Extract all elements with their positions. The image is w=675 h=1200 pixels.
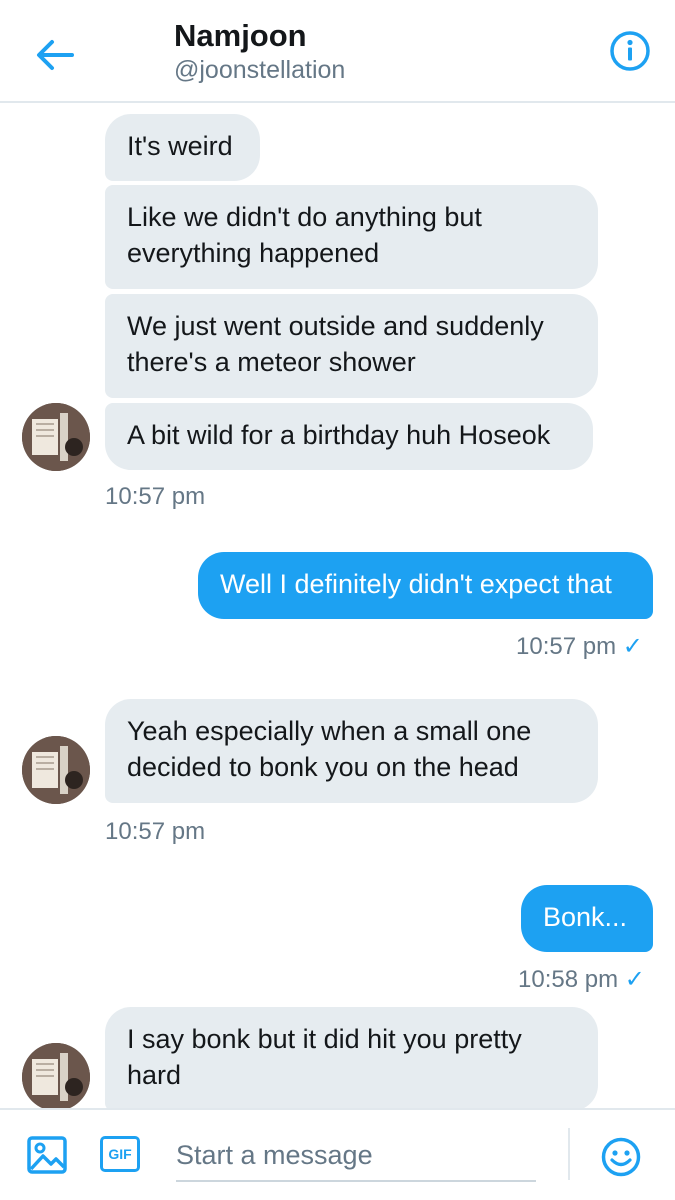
message-bubble-incoming[interactable]: We just went outside and suddenly there'…	[105, 294, 598, 398]
timestamp-text: 10:57 pm	[516, 633, 617, 660]
gif-button[interactable]: GIF	[100, 1136, 140, 1172]
timestamp-text: 10:58 pm	[518, 966, 619, 993]
conversation-header: Namjoon @joonstellation	[0, 0, 675, 103]
read-check-icon: ✓	[622, 633, 643, 660]
avatar[interactable]	[22, 1043, 90, 1111]
back-arrow-icon[interactable]	[34, 34, 76, 76]
image-icon[interactable]	[26, 1134, 68, 1176]
message-bubble-outgoing[interactable]: Bonk...	[521, 885, 653, 952]
message-bubble-incoming[interactable]: I say bonk but it did hit you pretty har…	[105, 1007, 598, 1111]
contact-handle: @joonstellation	[174, 56, 346, 84]
message-bubble-incoming[interactable]: Like we didn't do anything but everythin…	[105, 185, 598, 289]
avatar-image	[22, 736, 90, 804]
info-icon[interactable]	[609, 30, 651, 72]
avatar[interactable]	[22, 736, 90, 804]
message-composer: GIF	[0, 1108, 675, 1200]
avatar[interactable]	[22, 403, 90, 471]
message-bubble-incoming[interactable]: Yeah especially when a small one decided…	[105, 699, 598, 803]
message-bubble-incoming[interactable]: It's weird	[105, 114, 260, 181]
read-check-icon: ✓	[624, 966, 645, 993]
emoji-icon[interactable]	[600, 1136, 642, 1178]
message-timestamp: 10:57 pm	[105, 818, 206, 845]
message-bubble-outgoing[interactable]: Well I definitely didn't expect that	[198, 552, 653, 619]
message-timestamp: 10:58 pm ✓	[518, 965, 645, 994]
avatar-image	[22, 1043, 90, 1111]
divider	[568, 1128, 570, 1180]
avatar-image	[22, 403, 90, 471]
message-timestamp: 10:57 pm ✓	[516, 632, 643, 661]
message-bubble-incoming[interactable]: A bit wild for a birthday huh Hoseok	[105, 403, 593, 470]
contact-name: Namjoon	[174, 18, 307, 53]
message-timestamp: 10:57 pm	[105, 483, 206, 510]
message-input[interactable]	[176, 1130, 536, 1182]
